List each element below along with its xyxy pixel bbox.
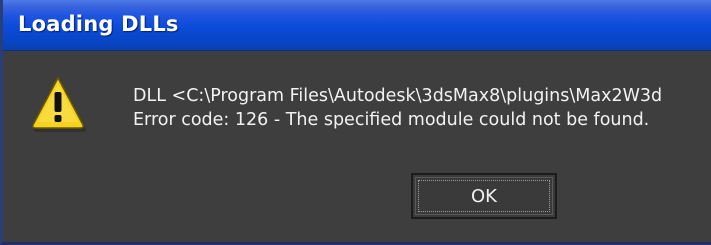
dialog-body	[3, 51, 711, 242]
ok-button-label: OK	[471, 185, 497, 207]
title-bar[interactable]: Loading DLLs	[3, 0, 711, 51]
dialog-window: Loading DLLs DLL <C:\Program Files\Autod…	[0, 0, 711, 245]
warning-icon	[32, 76, 86, 132]
error-message: DLL <C:\Program Files\Autodesk\3dsMax8\p…	[133, 84, 662, 132]
dialog-title: Loading DLLs	[18, 12, 179, 36]
message-line-dll-path: DLL <C:\Program Files\Autodesk\3dsMax8\p…	[133, 86, 663, 106]
ok-button[interactable]: OK	[411, 173, 557, 219]
message-line-error-code: Error code: 126 - The specified module c…	[133, 110, 650, 130]
